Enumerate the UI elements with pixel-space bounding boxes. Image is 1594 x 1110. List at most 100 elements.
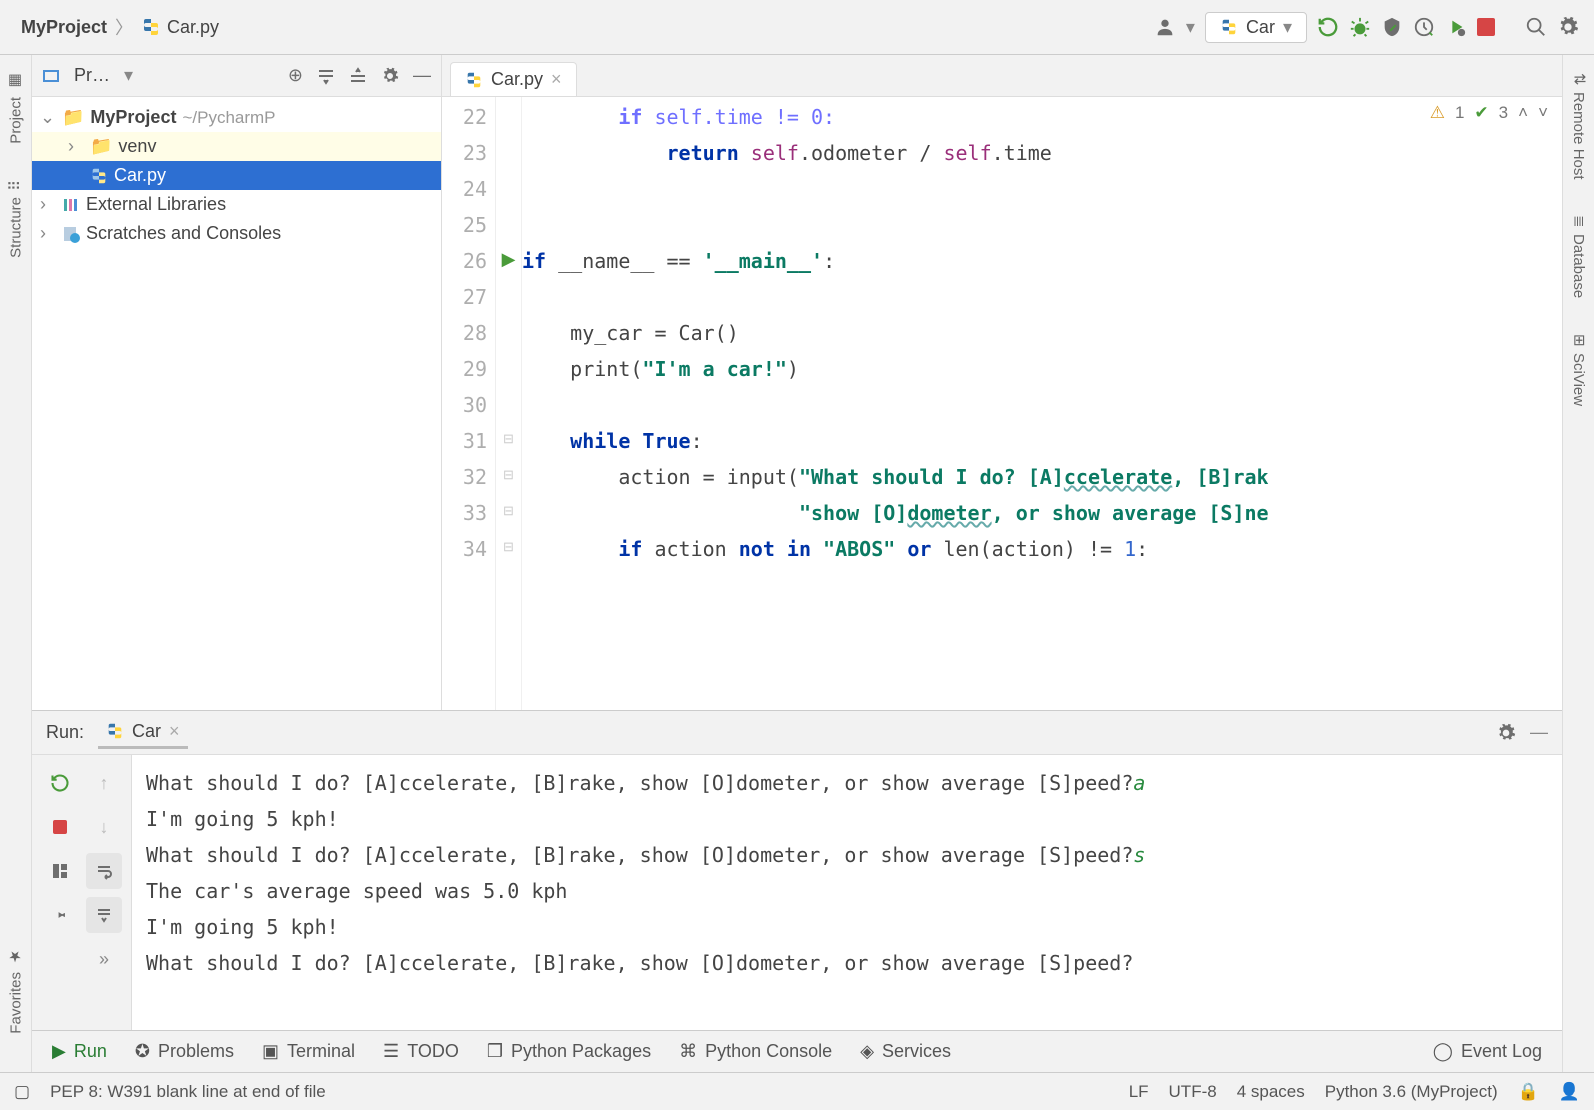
layout-button[interactable] <box>42 853 78 889</box>
play-icon: ▶ <box>52 1041 66 1062</box>
tree-file-label: Car.py <box>114 165 166 186</box>
breadcrumb-project-label: MyProject <box>21 17 107 38</box>
sidebar-tab-structure[interactable]: Structure⠿ <box>7 172 25 266</box>
breadcrumb-file[interactable]: Car.py <box>135 17 225 38</box>
search-button[interactable] <box>1525 16 1547 38</box>
close-icon[interactable]: × <box>169 721 180 742</box>
right-tool-stripe: ⇅Remote Host ≣Database ⊞SciView <box>1562 55 1594 1072</box>
breadcrumb-project[interactable]: MyProject <box>15 17 113 38</box>
tree-venv-label: venv <box>118 136 156 157</box>
chevron-up-icon[interactable]: ˄ <box>1518 103 1528 123</box>
library-icon <box>62 196 80 214</box>
scroll-to-end-button[interactable] <box>86 897 122 933</box>
status-encoding[interactable]: UTF-8 <box>1169 1082 1217 1102</box>
chevron-down-icon[interactable]: ▾ <box>1186 17 1195 38</box>
run-tab[interactable]: Car × <box>98 717 188 749</box>
stop-button[interactable] <box>42 809 78 845</box>
python-file-icon <box>90 167 108 185</box>
code-lines[interactable]: if self.time != 0: return self.odometer … <box>522 97 1562 710</box>
minimize-button[interactable]: — <box>1530 722 1548 743</box>
run-anything-button[interactable] <box>1445 16 1467 38</box>
pin-button[interactable] <box>42 897 78 933</box>
editor-tab-car[interactable]: Car.py × <box>450 62 577 96</box>
python-icon: ⌘ <box>679 1041 697 1062</box>
tool-tab-python-packages[interactable]: ❒Python Packages <box>487 1041 651 1062</box>
event-log-icon: ◯ <box>1433 1041 1453 1062</box>
tool-tab-python-console[interactable]: ⌘Python Console <box>679 1041 832 1062</box>
minimize-button[interactable]: — <box>413 65 431 86</box>
sidebar-tab-database[interactable]: ≣Database <box>1570 207 1588 306</box>
stop-button[interactable] <box>1477 18 1495 36</box>
sidebar-tab-sciview[interactable]: ⊞SciView <box>1570 326 1588 414</box>
status-sdk[interactable]: Python 3.6 (MyProject) <box>1325 1082 1498 1102</box>
code-editor[interactable]: 22232425262728293031323334 ▶⊟⊟⊟⊟ if self… <box>442 97 1562 710</box>
sidebar-tab-project[interactable]: Project▦ <box>7 65 25 152</box>
sidebar-tab-favorites[interactable]: Favorites★ <box>7 940 25 1042</box>
profile-button[interactable] <box>1413 16 1435 38</box>
project-view-label[interactable]: Pr… <box>74 65 110 86</box>
breadcrumb-separator: 〉 <box>115 14 133 40</box>
lock-icon[interactable]: 🔒 <box>1518 1082 1539 1102</box>
down-button[interactable]: ↓ <box>86 809 122 845</box>
tool-tab-run[interactable]: ▶Run <box>52 1041 107 1062</box>
rerun-button[interactable] <box>42 765 78 801</box>
soft-wrap-button[interactable] <box>86 853 122 889</box>
run-config-selector[interactable]: Car ▾ <box>1205 12 1307 43</box>
status-bar: ▢ PEP 8: W391 blank line at end of file … <box>0 1072 1594 1110</box>
debug-button[interactable] <box>1349 16 1371 38</box>
close-icon[interactable]: × <box>551 69 562 90</box>
tree-scratches[interactable]: › Scratches and Consoles <box>32 219 441 248</box>
tree-ext-lib-label: External Libraries <box>86 194 226 215</box>
warning-icon: ⚠ <box>1430 103 1445 123</box>
tool-tab-services[interactable]: ◈Services <box>860 1041 951 1062</box>
inspection-widget[interactable]: ⚠1 ✔3 ˄ ˅ <box>1430 103 1548 123</box>
run-header-label: Run: <box>46 722 84 743</box>
ok-count: 3 <box>1499 103 1508 123</box>
breadcrumb-file-label: Car.py <box>167 17 219 38</box>
chevron-down-icon[interactable]: ˅ <box>1538 103 1548 123</box>
scratches-icon <box>62 225 80 243</box>
expand-all-button[interactable] <box>317 67 335 85</box>
chevron-down-icon[interactable]: ▾ <box>124 65 133 86</box>
tree-root[interactable]: ⌄ 📁 MyProject ~/PycharmP <box>32 103 441 132</box>
inspector-icon[interactable]: 👤 <box>1559 1082 1580 1102</box>
settings-button[interactable] <box>1557 16 1579 38</box>
tool-tab-todo[interactable]: ☰TODO <box>383 1041 459 1062</box>
tree-external-libraries[interactable]: › External Libraries <box>32 190 441 219</box>
tool-tab-event-log[interactable]: ◯Event Log <box>1433 1041 1542 1062</box>
coverage-button[interactable] <box>1381 16 1403 38</box>
tree-root-label: MyProject <box>90 107 176 128</box>
tool-tab-terminal[interactable]: ▣Terminal <box>262 1041 355 1062</box>
rerun-button[interactable] <box>1317 16 1339 38</box>
sidebar-tab-remote-host[interactable]: ⇅Remote Host <box>1570 65 1588 187</box>
run-tool-window: Run: Car × — ↑ ↓ <box>32 710 1562 1030</box>
status-indent[interactable]: 4 spaces <box>1237 1082 1305 1102</box>
gear-icon[interactable] <box>381 67 399 85</box>
line-number-gutter: 22232425262728293031323334 <box>442 97 496 710</box>
tool-windows-icon[interactable]: ▢ <box>14 1082 30 1102</box>
python-file-icon <box>141 17 161 37</box>
up-button[interactable]: ↑ <box>86 765 122 801</box>
locate-button[interactable]: ⊕ <box>288 65 303 86</box>
fold-gutter[interactable]: ▶⊟⊟⊟⊟ <box>496 97 522 710</box>
status-line-sep[interactable]: LF <box>1129 1082 1149 1102</box>
folder-icon: 📁 <box>90 136 112 157</box>
checkmark-icon: ✔ <box>1474 103 1488 123</box>
project-tree: ⌄ 📁 MyProject ~/PycharmP › 📁 venv <box>32 97 441 254</box>
python-icon <box>1220 18 1238 36</box>
more-button[interactable]: » <box>86 941 122 977</box>
packages-icon: ❒ <box>487 1041 503 1062</box>
run-config-label: Car <box>1246 17 1275 38</box>
terminal-icon: ▣ <box>262 1041 279 1062</box>
tree-venv[interactable]: › 📁 venv <box>32 132 441 161</box>
tool-tab-problems[interactable]: ✪Problems <box>135 1041 234 1062</box>
user-icon[interactable] <box>1154 16 1176 38</box>
gear-icon[interactable] <box>1496 723 1516 743</box>
run-toolbar: ↑ ↓ » <box>32 755 132 1030</box>
tree-file-car[interactable]: Car.py <box>32 161 441 190</box>
chevron-down-icon: ▾ <box>1283 17 1292 38</box>
console-output[interactable]: What should I do? [A]ccelerate, [B]rake,… <box>132 755 1562 1030</box>
collapse-all-button[interactable] <box>349 67 367 85</box>
project-view-icon[interactable] <box>42 67 60 85</box>
editor-tab-label: Car.py <box>491 69 543 90</box>
